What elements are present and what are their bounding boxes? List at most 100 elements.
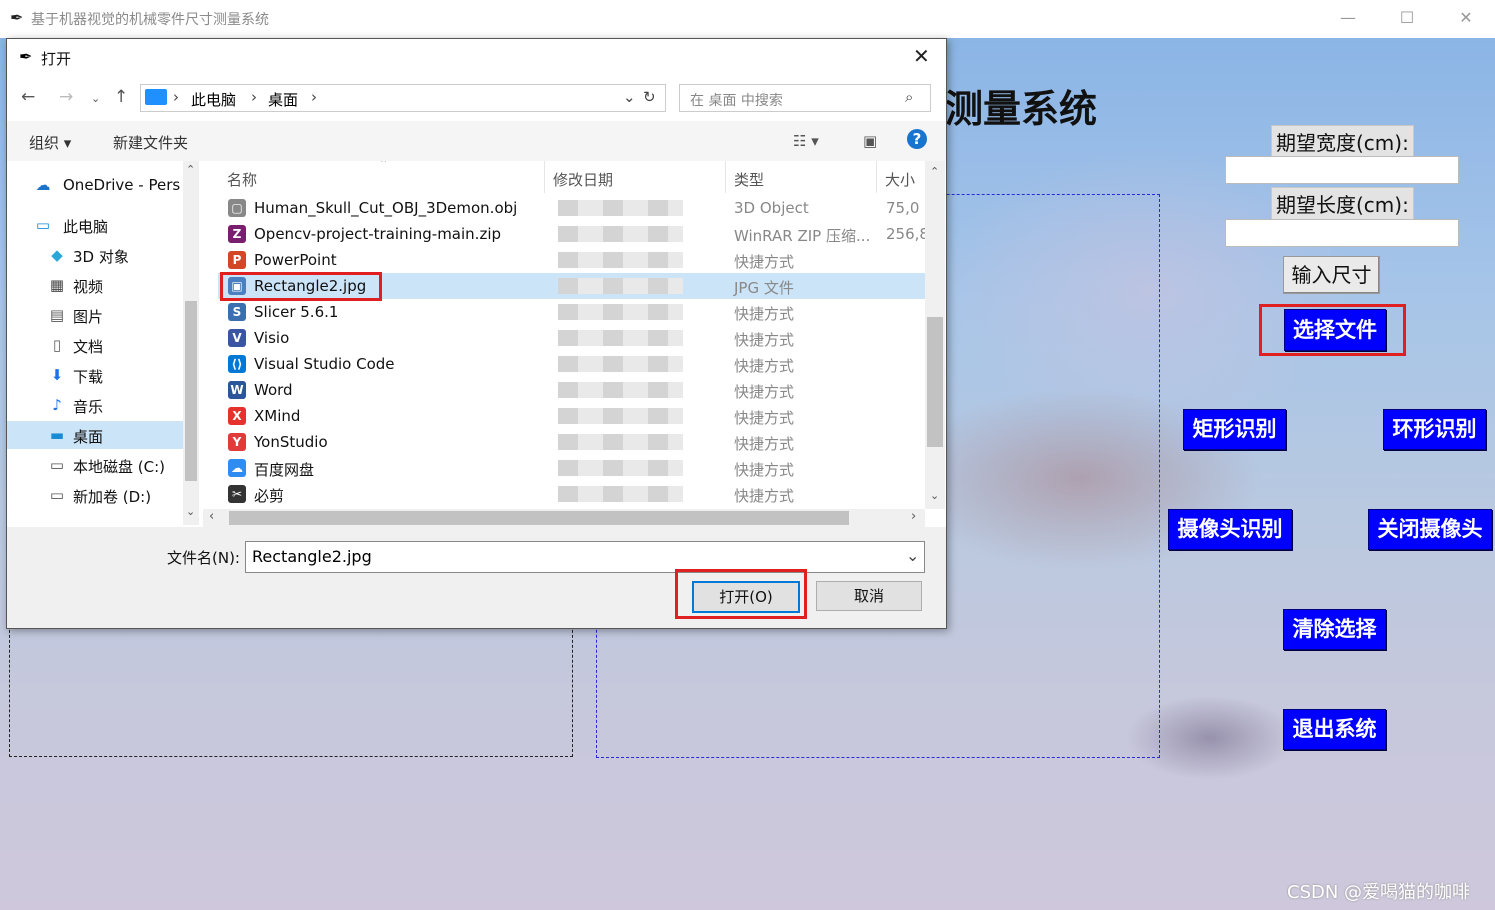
view-options-icon[interactable]: ☷ ▾ — [793, 132, 819, 150]
scroll-down-icon[interactable]: ⌄ — [930, 489, 939, 502]
sort-ascending-icon: ⌃ — [379, 161, 389, 170]
length-input[interactable] — [1225, 219, 1459, 247]
minimize-icon[interactable]: — — [1333, 6, 1363, 30]
file-type: 快捷方式 — [734, 253, 795, 271]
close-camera-button[interactable]: 关闭摄像头 — [1368, 509, 1492, 550]
file-name: Visio — [254, 329, 290, 347]
file-row[interactable]: P PowerPoint 快捷方式 — [218, 247, 925, 273]
column-header-name[interactable]: 名称 ⌃ — [219, 161, 545, 193]
width-input[interactable] — [1225, 156, 1459, 184]
cloud-icon: ☁ — [35, 176, 51, 194]
scroll-up-icon[interactable]: ⌃ — [186, 163, 195, 176]
search-box[interactable]: 在 桌面 中搜索 ⌕ — [679, 84, 931, 112]
forward-arrow-icon[interactable]: → — [59, 87, 73, 107]
rect-detect-button[interactable]: 矩形识别 — [1183, 409, 1286, 450]
file-type: 3D Object — [734, 199, 809, 217]
recent-locations-icon[interactable]: ⌄ — [91, 92, 100, 105]
xmind-icon: X — [228, 407, 246, 425]
scrollbar-thumb[interactable] — [185, 301, 197, 481]
cancel-button[interactable]: 取消 — [816, 581, 922, 611]
watermark: CSDN @爱喝猫的咖啡 — [1287, 882, 1471, 903]
file-size: 75,0 — [886, 199, 920, 217]
nav-item-this-pc[interactable]: ▭ 此电脑 — [7, 211, 183, 239]
up-arrow-icon[interactable]: ↑ — [114, 87, 128, 107]
scrollbar-thumb[interactable] — [927, 317, 943, 447]
music-icon: ♪ — [52, 396, 62, 414]
picture-icon: ▤ — [49, 306, 65, 324]
scroll-up-icon[interactable]: ⌃ — [930, 165, 939, 178]
camera-detect-button[interactable]: 摄像头识别 — [1168, 509, 1292, 550]
select-file-highlight — [1259, 304, 1406, 356]
file-type: 快捷方式 — [734, 305, 795, 323]
refresh-icon[interactable]: ↻ — [643, 88, 656, 106]
zip-file-icon: Z — [228, 225, 246, 243]
filename-label: 文件名(N): — [167, 549, 240, 567]
chevron-down-icon[interactable]: ⌄ — [623, 88, 636, 106]
clear-selection-button[interactable]: 清除选择 — [1283, 609, 1386, 650]
breadcrumb-desktop[interactable]: 桌面 — [268, 89, 298, 110]
app-window-title: 基于机器视觉的机械零件尺寸测量系统 — [31, 12, 269, 28]
nav-item-label: 文档 — [73, 338, 104, 356]
new-folder-button[interactable]: 新建文件夹 — [113, 132, 188, 153]
nav-pane-scrollbar[interactable]: ⌃ ⌄ — [183, 161, 199, 525]
file-row[interactable]: Z Opencv-project-training-main.zip WinRAR … — [218, 221, 925, 247]
file-row[interactable]: ▢ Human_Skull_Cut_OBJ_3Demon.obj 3D Object… — [218, 195, 925, 221]
filename-input[interactable]: Rectangle2.jpg ⌄ — [245, 541, 925, 573]
chevron-down-icon[interactable]: ⌄ — [906, 546, 919, 565]
dialog-close-icon[interactable]: ✕ — [913, 44, 930, 68]
file-row[interactable]: S Slicer 5.6.1 快捷方式 — [218, 299, 925, 325]
file-row[interactable]: ⟨⟩ Visual Studio Code 快捷方式 — [218, 351, 925, 377]
close-icon[interactable]: ✕ — [1451, 6, 1481, 30]
nav-item-documents[interactable]: ▯ 文档 — [7, 331, 183, 359]
file-type: 快捷方式 — [734, 383, 795, 401]
file-date-blurred — [558, 460, 683, 476]
feather-icon: ✒ — [19, 47, 33, 66]
file-row[interactable]: W Word 快捷方式 — [218, 377, 925, 403]
file-row[interactable]: ✂ 必剪 快捷方式 — [218, 481, 925, 507]
nav-item-drive-c[interactable]: ▭ 本地磁盘 (C:) — [7, 451, 183, 479]
scroll-left-icon[interactable]: ‹ — [209, 509, 214, 524]
nav-item-onedrive[interactable]: ☁ OneDrive - Pers — [7, 171, 183, 199]
search-icon[interactable]: ⌕ — [905, 88, 913, 106]
help-icon[interactable]: ? — [907, 129, 927, 149]
input-size-button[interactable]: 输入尺寸 — [1283, 256, 1380, 294]
file-row[interactable]: V Visio 快捷方式 — [218, 325, 925, 351]
ring-detect-button[interactable]: 环形识别 — [1383, 409, 1486, 450]
maximize-icon[interactable]: ☐ — [1392, 6, 1422, 30]
file-size: 256,8 — [886, 225, 925, 243]
nav-item-downloads[interactable]: ⬇ 下载 — [7, 361, 183, 389]
file-list: 名称 ⌃ 修改日期 类型 大小 ▢ Human_Skull_Cut_OBJ_3Dem… — [203, 161, 925, 509]
organize-menu[interactable]: 组织 ▾ — [29, 132, 71, 153]
scroll-down-icon[interactable]: ⌄ — [186, 505, 195, 518]
slicer-icon: S — [228, 303, 246, 321]
file-list-horizontal-scrollbar[interactable]: ‹ › — [203, 509, 925, 527]
column-header-type[interactable]: 类型 — [726, 161, 877, 193]
file-row[interactable]: X XMind 快捷方式 — [218, 403, 925, 429]
drive-icon: ▭ — [49, 486, 65, 504]
file-row[interactable]: ☁ 百度网盘 快捷方式 — [218, 455, 925, 481]
nav-item-drive-d[interactable]: ▭ 新加卷 (D:) — [7, 481, 183, 509]
scrollbar-thumb[interactable] — [229, 511, 849, 525]
nav-item-pictures[interactable]: ▤ 图片 — [7, 301, 183, 329]
back-arrow-icon[interactable]: ← — [21, 87, 35, 107]
navigation-pane: ☁ OneDrive - Pers ▭ 此电脑 ◆ 3D 对象 ▦ 视频 ▤ 图片 ▯ 文档… — [7, 161, 183, 525]
exit-system-button[interactable]: 退出系统 — [1283, 709, 1386, 750]
bijian-icon: ✂ — [228, 485, 246, 503]
breadcrumb-this-pc[interactable]: 此电脑 — [191, 89, 236, 110]
scroll-right-icon[interactable]: › — [911, 509, 916, 524]
file-row[interactable]: Y YonStudio 快捷方式 — [218, 429, 925, 455]
file-name: XMind — [254, 407, 301, 425]
nav-item-music[interactable]: ♪ 音乐 — [7, 391, 183, 419]
file-type: WinRAR ZIP 压缩... — [734, 227, 871, 245]
nav-item-label: 新加卷 (D:) — [73, 488, 152, 506]
address-bar[interactable]: › 此电脑 › 桌面 › ⌄ ↻ — [140, 84, 666, 112]
nav-item-3d-objects[interactable]: ◆ 3D 对象 — [7, 241, 183, 269]
file-name: Opencv-project-training-main.zip — [254, 225, 502, 243]
nav-item-videos[interactable]: ▦ 视频 — [7, 271, 183, 299]
nav-item-desktop[interactable]: ▬ 桌面 — [7, 421, 183, 449]
preview-pane-icon[interactable]: ▣ — [863, 132, 877, 150]
file-list-vertical-scrollbar[interactable]: ⌃ ⌄ — [925, 161, 945, 509]
powerpoint-icon: P — [228, 251, 246, 269]
column-header-size[interactable]: 大小 — [877, 161, 925, 193]
column-header-date[interactable]: 修改日期 — [545, 161, 726, 193]
